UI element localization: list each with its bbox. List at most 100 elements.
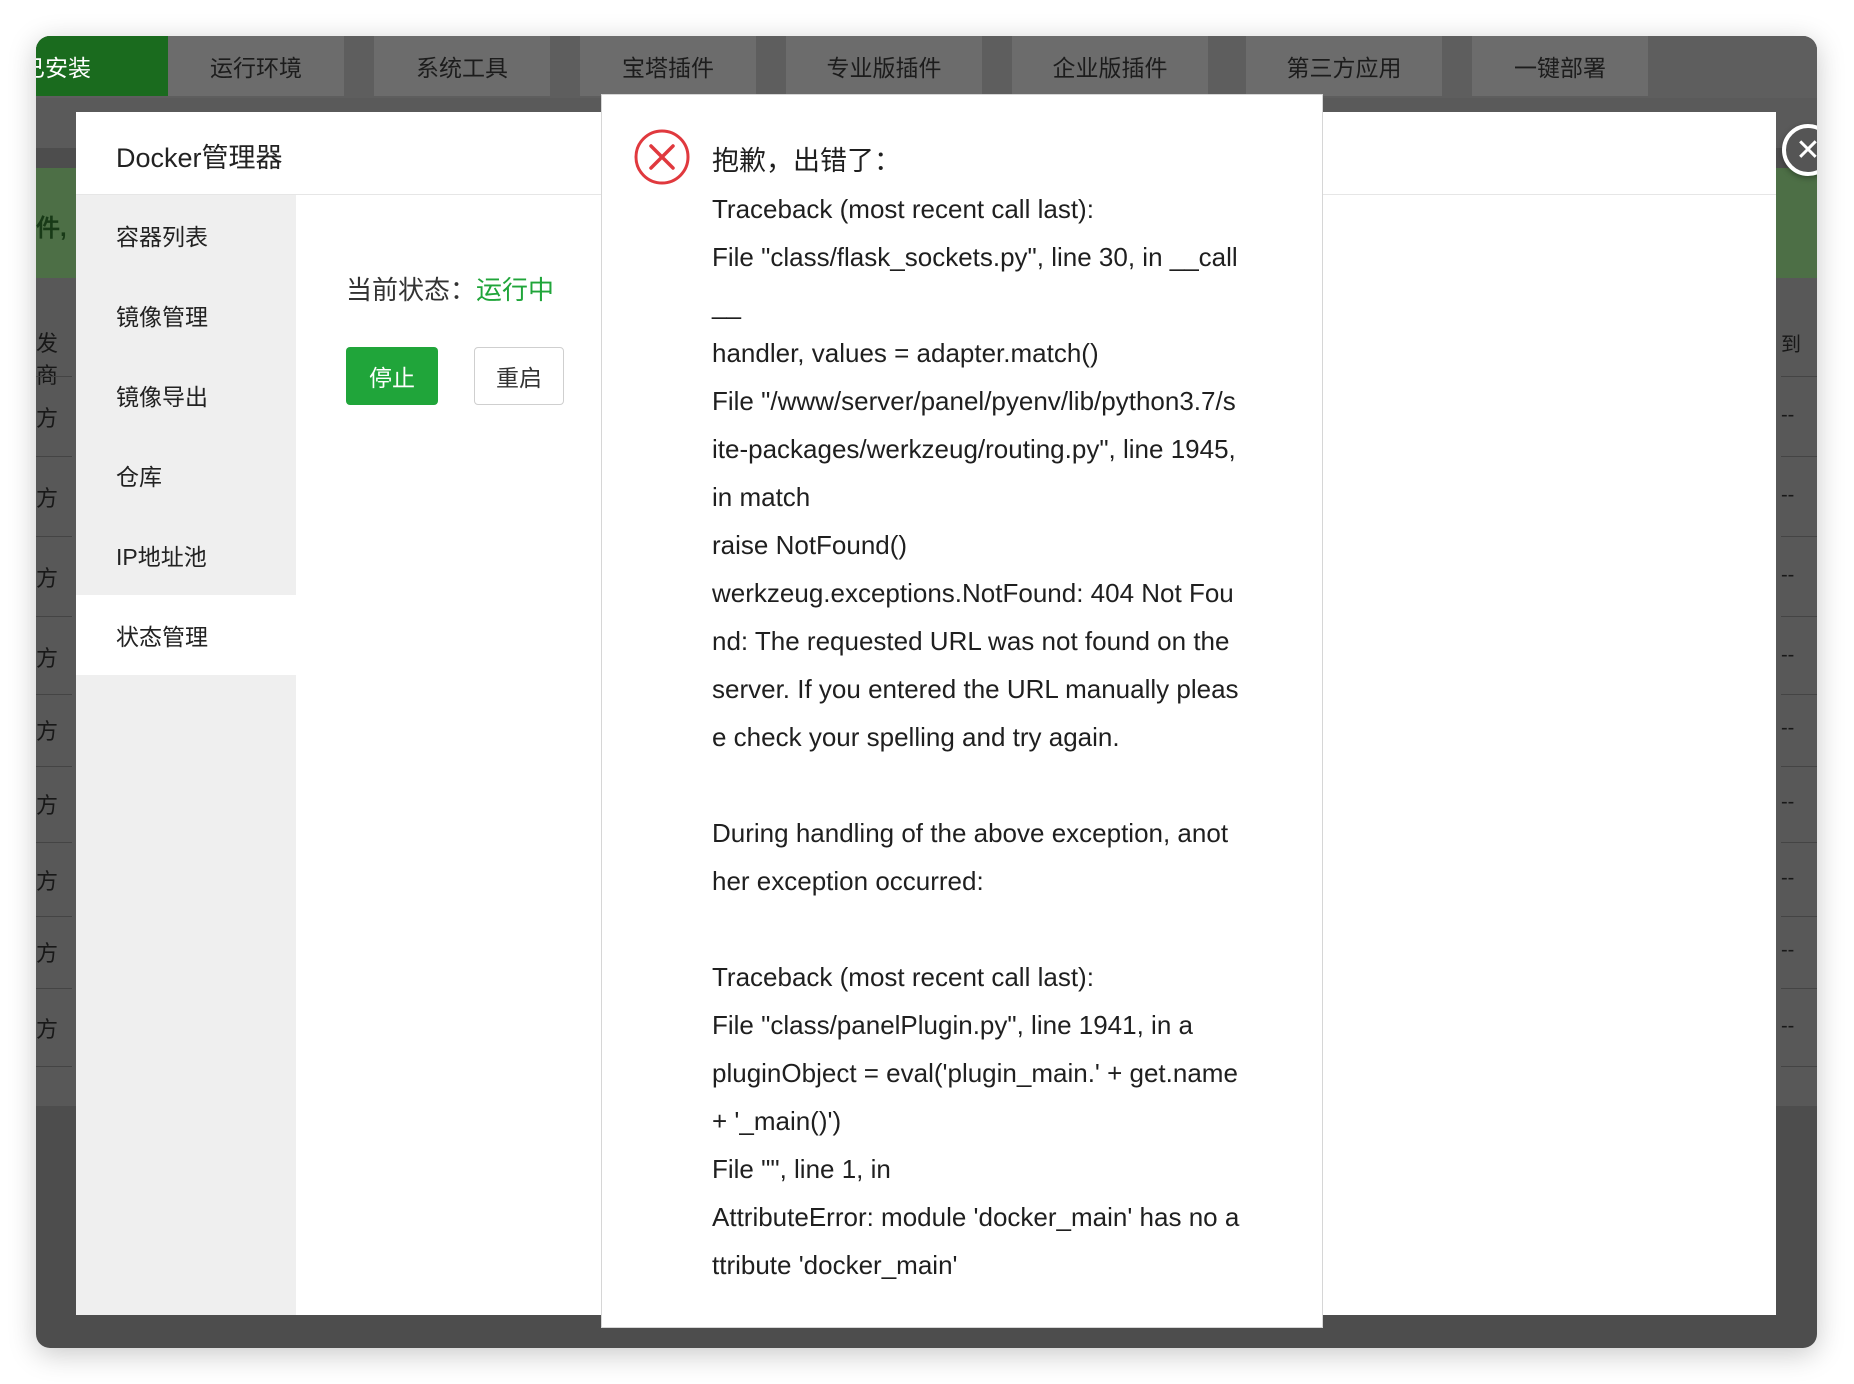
error-line (712, 761, 1292, 809)
background-row-divider (1781, 694, 1817, 695)
error-line: AttributeError: module 'docker_main' has… (712, 1202, 1240, 1232)
error-message: 抱歉，出错了： Traceback (most recent call last… (712, 137, 1292, 1289)
sidebar-item-container-list[interactable]: 容器列表 (76, 195, 296, 275)
error-title: 抱歉，出错了： (712, 146, 901, 176)
sidebar-item-image-export[interactable]: 镜像导出 (76, 355, 296, 435)
tab-label: 专业版插件 (826, 55, 942, 81)
error-line: File "/www/server/panel/pyenv/lib/python… (712, 386, 1236, 416)
error-line: File "class/flask_sockets.py", line 30, … (712, 242, 1238, 272)
error-line: ttribute 'docker_main' (712, 1250, 958, 1280)
status-value: 运行中 (476, 275, 555, 305)
background-banner-text: 件, (36, 215, 67, 242)
background-row-divider (36, 536, 72, 537)
tab-bt-plugins[interactable]: 宝塔插件 (580, 36, 756, 96)
background-row-value: -- (1781, 867, 1795, 889)
tab-one-click-deploy[interactable]: 一键部署 (1472, 36, 1648, 96)
background-row-divider (36, 456, 72, 457)
error-line: File "", line 1, in (712, 1154, 891, 1184)
tab-pro-plugins[interactable]: 专业版插件 (786, 36, 982, 96)
tab-label: 已安装 (36, 55, 91, 81)
background-row-label: 方 (36, 486, 59, 511)
error-popup: 抱歉，出错了： Traceback (most recent call last… (601, 94, 1323, 1328)
error-line: nd: The requested URL was not found on t… (712, 626, 1230, 656)
background-row-divider (36, 376, 72, 377)
background-row-label: 方 (36, 566, 59, 591)
tab-system-tools[interactable]: 系统工具 (374, 36, 550, 96)
background-row-divider (1781, 766, 1817, 767)
sidebar-item-label: 镜像管理 (116, 304, 208, 330)
error-x-icon (634, 129, 690, 185)
background-row-divider (36, 842, 72, 843)
background-row-label: 方 (36, 719, 59, 744)
sidebar-item-label: 容器列表 (116, 224, 208, 250)
sidebar-item-status-management[interactable]: 状态管理 (76, 595, 296, 675)
background-row-divider (36, 616, 72, 617)
background-row-divider (36, 694, 72, 695)
tab-enterprise-plugins[interactable]: 企业版插件 (1012, 36, 1208, 96)
background-row-divider (36, 766, 72, 767)
background-row-divider (1781, 988, 1817, 989)
background-row-value: -- (1781, 939, 1795, 961)
background-table-header-right: 到 (1781, 334, 1801, 356)
sidebar-item-label: IP地址池 (116, 544, 207, 570)
background-row-label: 方 (36, 646, 59, 671)
background-row-divider (1781, 1066, 1817, 1067)
sidebar-item-repository[interactable]: 仓库 (76, 435, 296, 515)
background-row-label: 方 (36, 869, 59, 894)
error-line: __ (712, 290, 741, 320)
error-line: her exception occurred: (712, 866, 984, 896)
tab-label: 第三方应用 (1286, 55, 1402, 81)
background-row-divider (36, 916, 72, 917)
background-row-divider (1781, 616, 1817, 617)
tab-label: 企业版插件 (1052, 55, 1168, 81)
sidebar-item-image-management[interactable]: 镜像管理 (76, 275, 296, 355)
background-row-label: 方 (36, 1017, 59, 1042)
background-row-divider (1781, 376, 1817, 377)
background-row-divider (1781, 842, 1817, 843)
background-row-value: -- (1781, 644, 1795, 666)
tab-label: 一键部署 (1514, 55, 1606, 81)
error-line (712, 905, 1292, 953)
error-line: File "class/panelPlugin.py", line 1941, … (712, 1010, 1193, 1040)
top-tab-bar: 已安装 运行环境 系统工具 宝塔插件 专业版插件 企业版插件 第三方应用 一键部… (36, 36, 1817, 98)
background-row-label: 方 (36, 793, 59, 818)
tab-label: 系统工具 (416, 55, 508, 81)
panel-window: 已安装 运行环境 系统工具 宝塔插件 专业版插件 企业版插件 第三方应用 一键部… (36, 36, 1817, 1348)
close-icon: ✕ (1795, 133, 1817, 167)
tab-label: 宝塔插件 (622, 55, 714, 81)
background-row-divider (1781, 536, 1817, 537)
background-row-value: -- (1781, 484, 1795, 506)
error-line: raise NotFound() (712, 530, 908, 560)
restart-button[interactable]: 重启 (474, 347, 564, 405)
background-row-value: -- (1781, 1015, 1795, 1037)
background-row-value: -- (1781, 564, 1795, 586)
error-line: werkzeug.exceptions.NotFound: 404 Not Fo… (712, 578, 1234, 608)
background-row-divider (36, 1066, 72, 1067)
error-line: Traceback (most recent call last): (712, 962, 1094, 992)
background-row-value: -- (1781, 404, 1795, 426)
error-line: handler, values = adapter.match() (712, 338, 1099, 368)
sidebar-item-ip-pool[interactable]: IP地址池 (76, 515, 296, 595)
error-line: + '_main()') (712, 1106, 842, 1136)
background-row-divider (1781, 456, 1817, 457)
dialog-title: Docker管理器 (116, 143, 283, 173)
tab-third-party-apps[interactable]: 第三方应用 (1246, 36, 1442, 96)
service-status: 当前状态：运行中 (346, 270, 554, 307)
background-row-value: -- (1781, 717, 1795, 739)
error-line: e check your spelling and try again. (712, 722, 1120, 752)
tab-installed[interactable]: 已安装 (36, 36, 172, 96)
dialog-sidebar: 容器列表 镜像管理 镜像导出 仓库 IP地址池 状态管理 (76, 195, 296, 1315)
error-line: server. If you entered the URL manually … (712, 674, 1239, 704)
tab-label: 运行环境 (210, 55, 302, 81)
status-label: 当前状态： (346, 275, 477, 305)
stop-button[interactable]: 停止 (346, 347, 438, 405)
background-row-divider (36, 988, 72, 989)
error-line: pluginObject = eval('plugin_main.' + get… (712, 1058, 1238, 1088)
error-line: Traceback (most recent call last): (712, 194, 1094, 224)
tab-runtime[interactable]: 运行环境 (168, 36, 344, 96)
sidebar-item-label: 状态管理 (116, 624, 208, 650)
background-row-value: -- (1781, 791, 1795, 813)
background-row-label: 方 (36, 941, 59, 966)
background-row-label: 方 (36, 406, 59, 431)
error-line: ite-packages/werkzeug/routing.py", line … (712, 434, 1236, 464)
